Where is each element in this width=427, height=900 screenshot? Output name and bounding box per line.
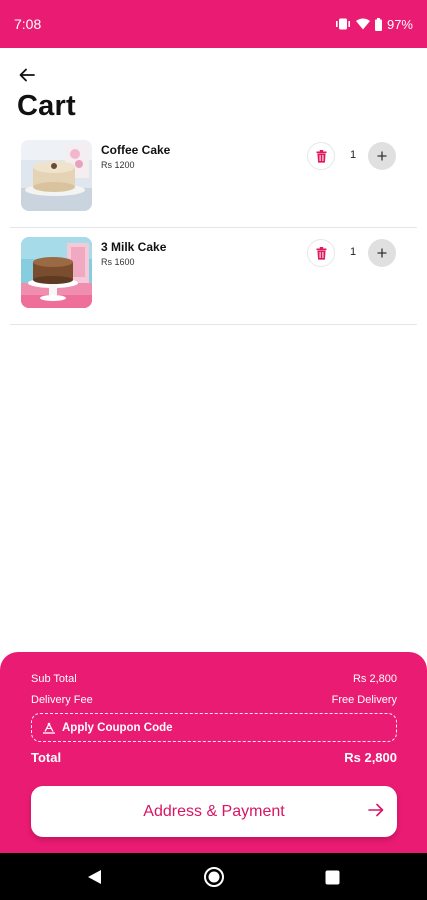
trash-icon [316,246,326,260]
nav-home-icon[interactable] [203,866,225,888]
item-price: Rs 1200 [101,160,135,170]
cart-list: Coffee Cake Rs 1200 1 3 Milk Cake Rs 160… [10,131,417,325]
increase-quantity-button[interactable] [368,142,396,170]
nav-recents-icon[interactable] [325,870,340,885]
plus-icon [377,151,387,161]
subtotal-label: Sub Total [31,673,77,685]
subtotal-value: Rs 2,800 [352,673,397,685]
apply-coupon-button[interactable]: Apply Coupon Code [31,713,397,742]
order-summary-panel: Sub Total Rs 2,800 Delivery Fee Free Del… [0,652,427,853]
product-image [21,140,92,211]
system-navigation-bar [0,853,427,900]
coupon-icon [43,722,55,734]
arrow-right-icon [368,803,384,817]
quantity-value: 1 [349,149,357,161]
product-image [21,237,92,308]
arrow-left-icon [19,68,35,82]
total-label: Total [31,750,62,765]
delivery-fee-row: Delivery Fee Free Delivery [31,694,397,706]
address-payment-label: Address & Payment [143,803,285,820]
status-time: 7:08 [14,16,42,32]
battery-percent: 97% [386,16,413,32]
cart-item: Coffee Cake Rs 1200 1 [10,131,417,228]
status-icons: 97% [335,17,413,32]
delivery-fee-label: Delivery Fee [31,694,93,706]
item-name: 3 Milk Cake [101,240,167,254]
status-bar: 7:08 97% [0,0,427,48]
vibrate-icon [335,18,351,30]
remove-item-button[interactable] [307,239,335,267]
coupon-label: Apply Coupon Code [62,721,173,734]
delivery-fee-value: Free Delivery [331,694,397,706]
wifi-icon [355,18,370,30]
battery-icon [374,17,382,31]
plus-icon [377,248,387,258]
page-title: Cart [17,90,76,122]
back-button[interactable] [16,64,38,86]
cart-item: 3 Milk Cake Rs 1600 1 [10,228,417,325]
item-name: Coffee Cake [101,143,171,157]
quantity-value: 1 [349,246,357,258]
total-row: Total Rs 2,800 [31,750,397,765]
address-payment-button[interactable]: Address & Payment [31,786,397,837]
increase-quantity-button[interactable] [368,239,396,267]
subtotal-row: Sub Total Rs 2,800 [31,673,397,685]
item-price: Rs 1600 [101,257,135,267]
remove-item-button[interactable] [307,142,335,170]
nav-back-icon[interactable] [87,869,102,885]
total-value: Rs 2,800 [344,750,397,765]
trash-icon [316,149,326,163]
